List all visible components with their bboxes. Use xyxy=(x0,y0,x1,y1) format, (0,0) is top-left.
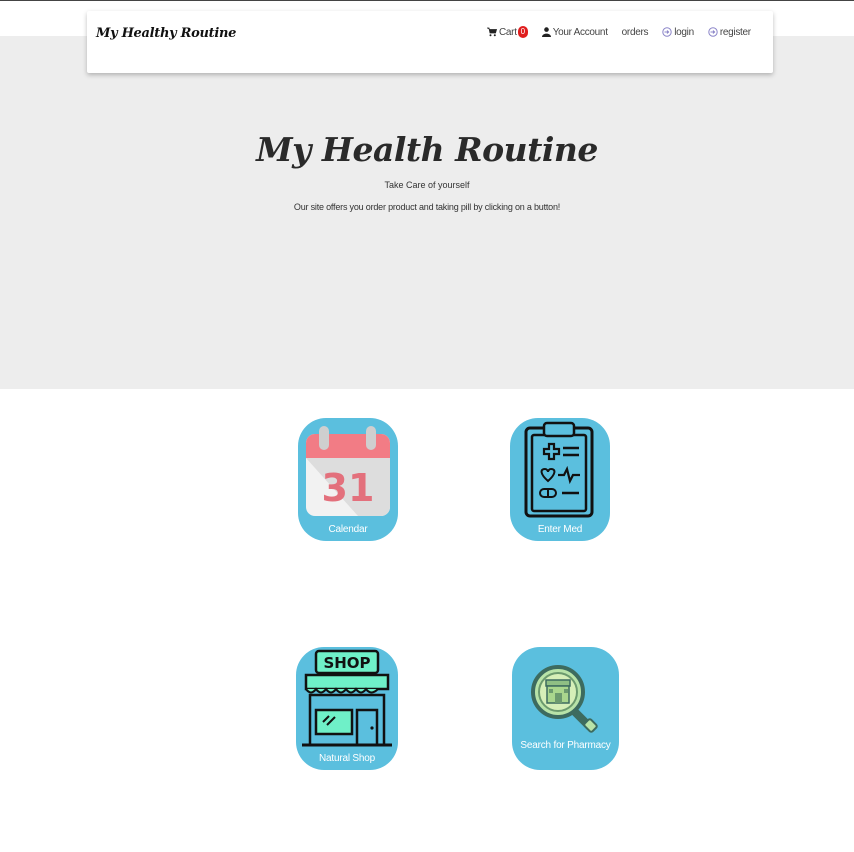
search-pharmacy-tile[interactable]: Search for Pharmacy xyxy=(512,647,619,770)
cart-icon xyxy=(487,27,497,37)
shop-icon: SHOP xyxy=(302,649,392,747)
login-link[interactable]: login xyxy=(662,27,694,38)
orders-label: orders xyxy=(621,26,649,38)
pharmacy-search-icon xyxy=(531,665,598,733)
orders-link[interactable]: orders xyxy=(622,27,649,38)
login-label: login xyxy=(674,26,694,38)
register-link[interactable]: register xyxy=(708,27,751,38)
hero-title: My Health Routine xyxy=(256,130,598,169)
brand-logo[interactable]: My Healthy Routine xyxy=(96,26,236,41)
natural-shop-tile[interactable]: SHOP Natural Shop xyxy=(296,647,398,770)
enter-med-label: Enter Med xyxy=(537,524,583,535)
register-icon xyxy=(708,27,718,37)
account-label: Your Account xyxy=(552,26,608,38)
hero-description: Our site offers you order product and ta… xyxy=(293,202,561,212)
cart-count-badge: 0 xyxy=(517,26,528,38)
hero-section xyxy=(0,36,854,389)
calendar-tile[interactable]: 31 Calendar xyxy=(298,418,398,541)
nav-links: Cart 0 Your Account orders login registe… xyxy=(487,26,751,38)
calendar-icon: 31 xyxy=(306,426,390,516)
user-icon xyxy=(541,27,551,37)
search-pharmacy-label: Search for Pharmacy xyxy=(520,740,611,751)
login-icon xyxy=(662,27,672,37)
calendar-label: Calendar xyxy=(328,524,368,535)
navbar: My Healthy Routine Cart 0 Your Account o… xyxy=(87,11,773,73)
cart-link[interactable]: Cart 0 xyxy=(487,26,528,38)
calendar-day-number: 31 xyxy=(322,466,375,510)
register-label: register xyxy=(719,26,751,38)
shop-sign-text: SHOP xyxy=(323,654,370,672)
hero-tagline: Take Care of yourself xyxy=(384,180,470,190)
enter-med-tile[interactable]: Enter Med xyxy=(510,418,610,541)
clipboard-medical-icon xyxy=(524,421,594,518)
account-link[interactable]: Your Account xyxy=(541,26,608,38)
natural-shop-label: Natural Shop xyxy=(319,753,375,764)
cart-label: Cart xyxy=(499,26,517,38)
top-border xyxy=(0,0,854,1)
